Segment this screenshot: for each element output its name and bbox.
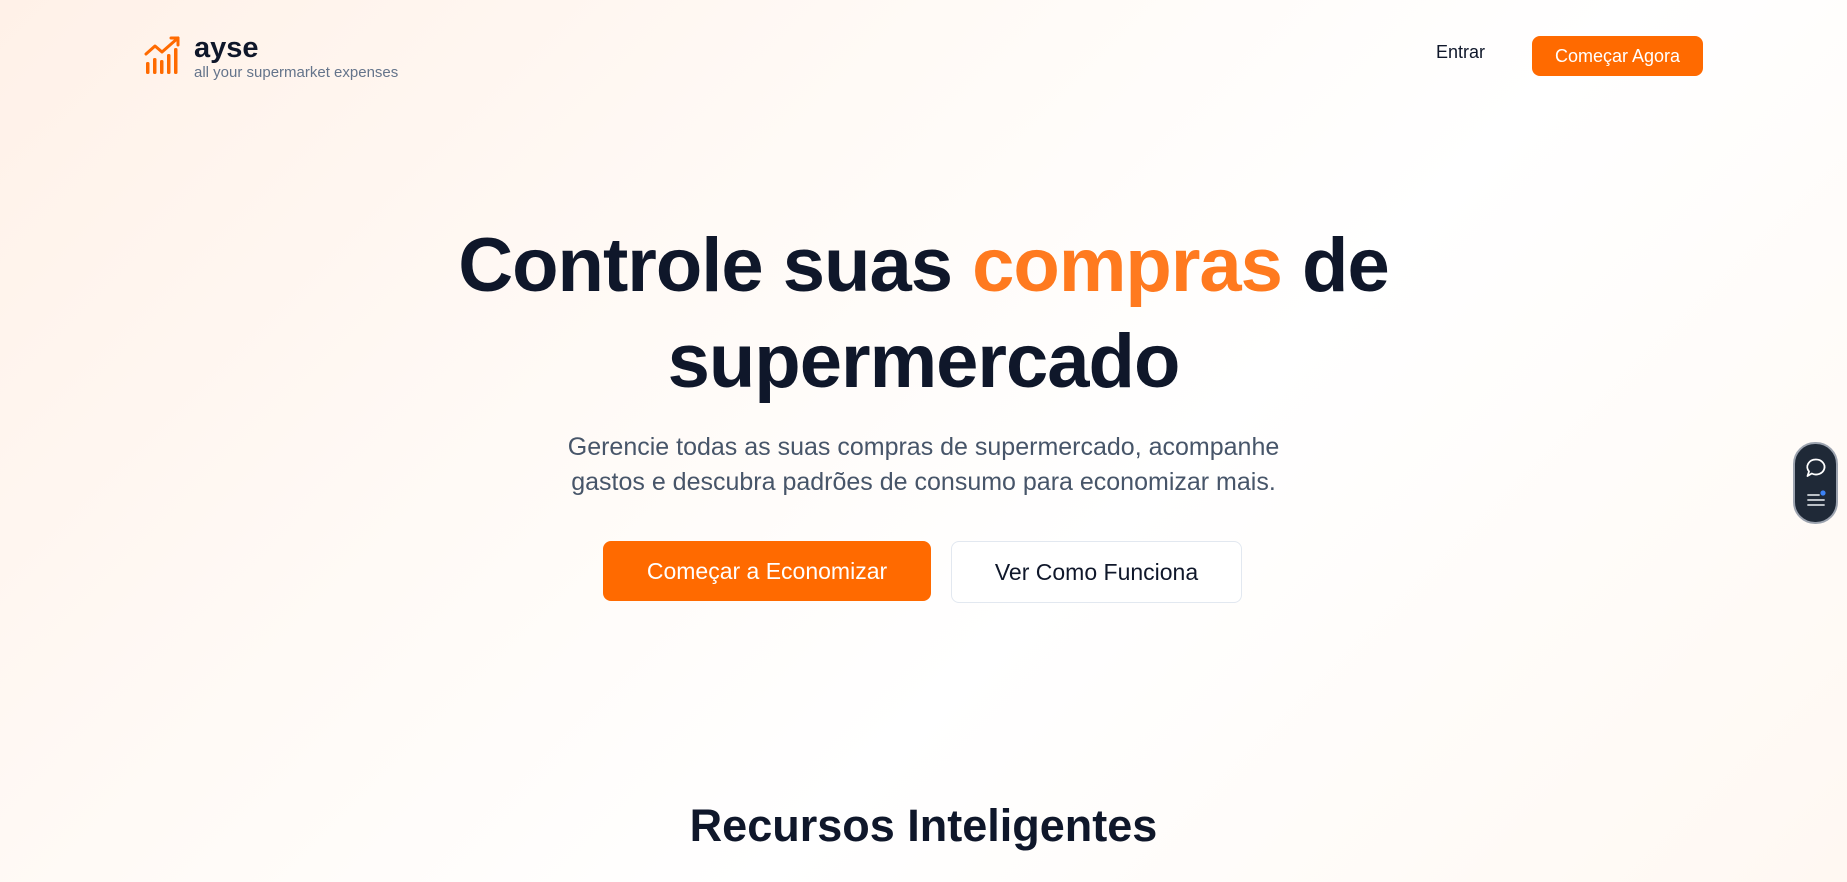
floating-widget [1793,442,1838,524]
hero-title-accent: compras [972,223,1283,308]
chat-bubble-icon [1805,458,1825,477]
brand-logo[interactable]: ayse all your supermarket expenses [144,32,398,82]
start-saving-button[interactable]: Começar a Economizar [603,541,931,601]
login-link[interactable]: Entrar [1436,42,1485,63]
hero-subtitle-line1: Gerencie todas as suas compras de superm… [567,433,1280,461]
get-started-button[interactable]: Começar Agora [1532,36,1703,76]
hero-title-part1: Controle suas [458,223,973,308]
features-title: Recursos Inteligentes [689,800,1158,851]
hero-subtitle-line2: gastos e descubra padrões de consumo par… [571,468,1276,496]
chat-widget-button[interactable] [1803,455,1829,481]
brand-tagline: all your supermarket expenses [194,64,399,81]
hero-subtitle: Gerencie todas as suas compras de superm… [0,430,1847,500]
menu-widget-button[interactable] [1803,486,1829,512]
hero-title-line2: supermercado [667,319,1181,404]
chart-trend-icon [144,36,180,74]
site-header: ayse all your supermarket expenses Entra… [0,0,1847,112]
menu-list-icon [1806,489,1826,506]
how-it-works-button[interactable]: Ver Como Funciona [951,541,1242,603]
brand-name: ayse [194,32,259,64]
brand-text: ayse all your supermarket expenses [194,32,398,82]
hero-title-part2: de [1281,223,1390,308]
hero-title: Controle suas compras de supermercado [0,218,1847,410]
